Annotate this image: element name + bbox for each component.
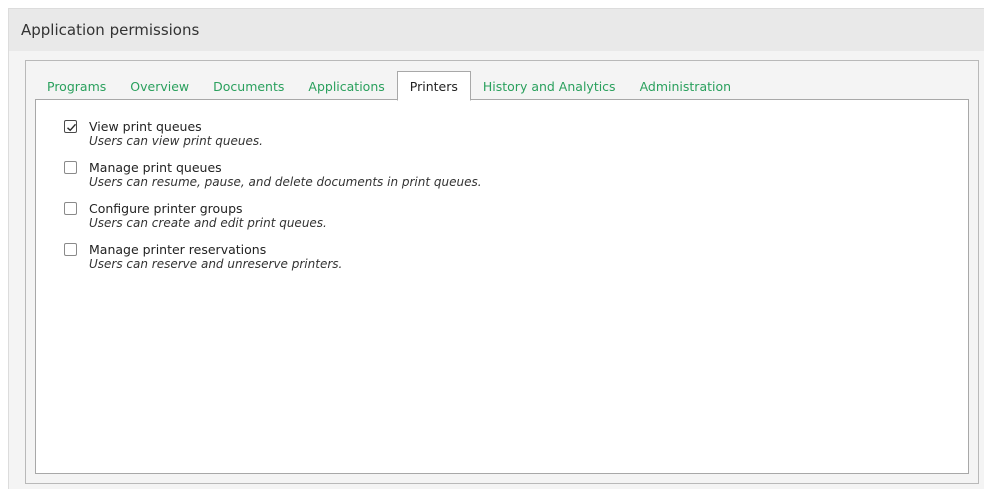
- configure-printer-groups-description: Users can create and edit print queues.: [89, 216, 327, 230]
- configure-printer-groups-checkbox[interactable]: [64, 201, 77, 215]
- manage-print-queues-checkbox[interactable]: [64, 160, 77, 174]
- tab-printers[interactable]: Printers: [396, 71, 471, 101]
- configure-printer-groups-label: Configure printer groups: [89, 200, 243, 216]
- view-print-queues-label: View print queues: [89, 118, 202, 134]
- tab-history-and-analytics[interactable]: History and Analytics: [471, 72, 628, 100]
- tab-applications[interactable]: Applications: [296, 72, 396, 100]
- permission-manage-print-queues: Manage print queues Users can resume, pa…: [64, 159, 482, 189]
- manage-printer-reservations-label: Manage printer reservations: [89, 241, 267, 257]
- permission-view-print-queues: View print queues Users can view print q…: [64, 118, 263, 148]
- permissions-panel: Programs Overview Documents Applications…: [25, 60, 979, 484]
- manage-print-queues-description: Users can resume, pause, and delete docu…: [89, 175, 482, 189]
- printers-tab-content: View print queues Users can view print q…: [35, 99, 969, 474]
- view-print-queues-description: Users can view print queues.: [89, 134, 263, 148]
- application-permissions-window: Application permissions Programs Overvie…: [8, 8, 984, 489]
- permission-configure-printer-groups: Configure printer groups Users can creat…: [64, 200, 327, 230]
- page-title: Application permissions: [21, 21, 200, 39]
- tab-documents[interactable]: Documents: [201, 72, 296, 100]
- view-print-queues-checkbox[interactable]: [64, 119, 77, 133]
- manage-print-queues-label: Manage print queues: [89, 159, 222, 175]
- manage-printer-reservations-description: Users can reserve and unreserve printers…: [89, 257, 343, 271]
- tab-programs[interactable]: Programs: [35, 72, 118, 100]
- tab-bar: Programs Overview Documents Applications…: [35, 71, 743, 101]
- tab-administration[interactable]: Administration: [628, 72, 743, 100]
- tab-overview[interactable]: Overview: [118, 72, 201, 100]
- window-header: Application permissions: [9, 9, 984, 51]
- permission-manage-printer-reservations: Manage printer reservations Users can re…: [64, 241, 342, 271]
- checkmark-icon: [67, 123, 77, 131]
- manage-printer-reservations-checkbox[interactable]: [64, 242, 77, 256]
